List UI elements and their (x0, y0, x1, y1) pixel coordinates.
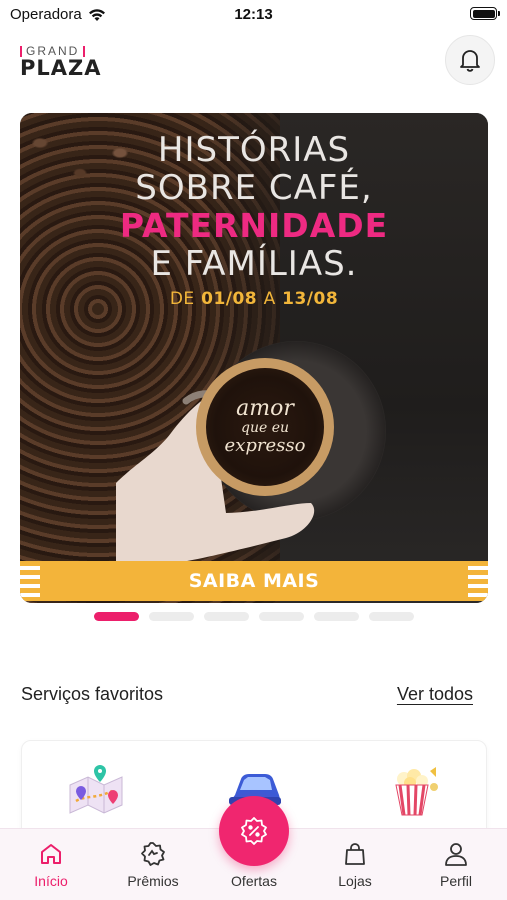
headline-line-3: PATERNIDADE (119, 206, 389, 245)
carousel-dot[interactable] (259, 612, 304, 621)
home-icon (41, 844, 61, 864)
carousel-dot[interactable] (369, 612, 414, 621)
carousel-pagination (94, 612, 414, 621)
tab-stores-label: Lojas (338, 873, 372, 889)
banner-dates: DE 01/08 A 13/08 (20, 289, 488, 309)
clock: 12:13 (234, 6, 273, 23)
tab-profile[interactable]: Perfil (416, 839, 496, 889)
tab-stores[interactable]: Lojas (315, 839, 395, 889)
headline-line-1: HISTÓRIAS (157, 130, 351, 170)
date-mid: A (263, 289, 276, 309)
badge-icon (141, 842, 165, 866)
learn-more-label: SAIBA MAIS (188, 570, 320, 592)
date-end: 13/08 (282, 289, 339, 309)
carousel-dot[interactable] (204, 612, 249, 621)
tab-home-label: Início (34, 873, 68, 889)
coffee-cup: amor que eu expresso (196, 358, 334, 496)
see-all-link[interactable]: Ver todos (397, 684, 473, 705)
tab-prizes[interactable]: Prêmios (113, 839, 193, 889)
headline-line-2: SOBRE CAFÉ, (135, 168, 373, 208)
date-start: 01/08 (201, 289, 258, 309)
coffee-art: amor que eu expresso (206, 368, 324, 486)
shopping-bag-icon (345, 843, 365, 865)
bell-icon (460, 50, 480, 72)
discount-icon (241, 817, 267, 845)
grand-plaza-logo[interactable]: GRAND PLAZA (20, 44, 110, 80)
cup-text-3: expresso (224, 435, 306, 456)
headline-line-4: E FAMÍLIAS. (150, 244, 358, 284)
user-icon (445, 843, 467, 866)
promo-banner[interactable]: amor que eu expresso HISTÓRIAS SOBRE CAF… (20, 113, 488, 603)
tab-prizes-label: Prêmios (127, 873, 179, 889)
logo-bottom-text: PLAZA (20, 56, 102, 80)
map-icon[interactable] (66, 765, 126, 817)
date-prefix: DE (169, 289, 195, 309)
status-bar: Operadora 12:13 (0, 0, 507, 28)
tab-profile-label: Perfil (440, 873, 472, 889)
tab-home[interactable]: Início (11, 839, 91, 889)
notifications-button[interactable] (445, 35, 495, 85)
carousel-dot[interactable] (94, 612, 139, 621)
favorites-title: Serviços favoritos (21, 684, 164, 704)
carousel-dot[interactable] (314, 612, 359, 621)
popcorn-icon[interactable] (382, 765, 442, 817)
cup-text-1: amor (236, 396, 294, 421)
tab-offers-label: Ofertas (231, 873, 277, 889)
learn-more-button[interactable]: SAIBA MAIS (20, 561, 488, 601)
battery-icon (470, 7, 500, 20)
carousel-dot[interactable] (149, 612, 194, 621)
offers-fab-button[interactable] (219, 796, 289, 866)
banner-headline: HISTÓRIAS SOBRE CAFÉ, PATERNIDADE E FAMÍ… (20, 131, 488, 309)
cup-text-2: que eu (240, 420, 289, 436)
